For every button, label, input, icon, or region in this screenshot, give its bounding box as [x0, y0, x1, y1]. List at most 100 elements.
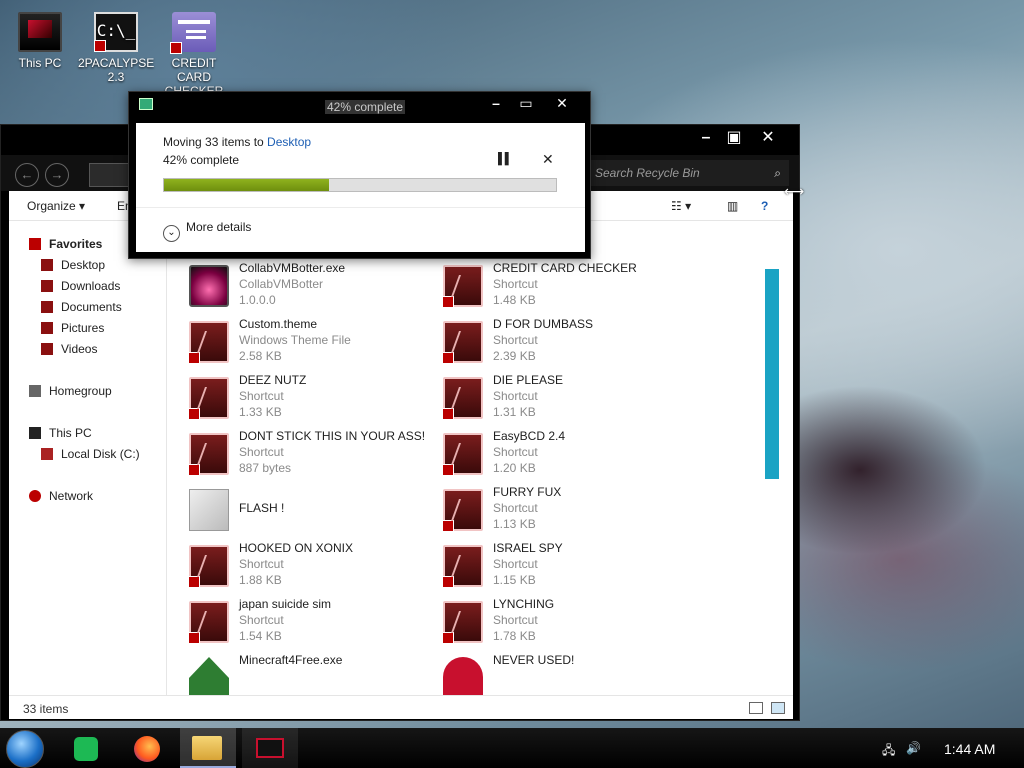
shortcut-icon	[188, 433, 229, 476]
forward-button[interactable]: →	[45, 163, 69, 187]
app-icon	[189, 265, 229, 307]
folder-icon	[192, 736, 222, 760]
file-name: DIE PLEASE	[493, 373, 564, 387]
file-item[interactable]: Custom.theme Windows Theme File 2.58 KB	[169, 317, 419, 373]
search-input[interactable]: Search Recycle Bin ⌕	[589, 160, 789, 186]
card-app-icon	[170, 12, 216, 54]
close-button[interactable]: ✕	[751, 127, 785, 149]
nav-local-disk[interactable]: Local Disk (C:)	[41, 445, 140, 463]
nav-this-pc[interactable]: This PC	[29, 424, 92, 442]
file-name: Minecraft4Free.exe	[239, 653, 343, 667]
taskbar-app-spotify[interactable]	[58, 728, 112, 768]
details-view-icon[interactable]	[749, 702, 763, 714]
file-size: 1.0.0.0	[239, 293, 276, 307]
file-item[interactable]: Minecraft4Free.exe	[169, 653, 419, 695]
address-bar[interactable]	[89, 163, 129, 187]
nav-network[interactable]: Network	[29, 487, 93, 505]
file-name: DEEZ NUTZ	[239, 373, 307, 387]
preview-pane-icon[interactable]: ▥	[727, 199, 738, 213]
maximize-button[interactable]: ▣	[717, 127, 751, 149]
file-item[interactable]: DONT STICK THIS IN YOUR ASS! Shortcut 887 …	[169, 429, 425, 485]
file-name: ISRAEL SPY	[493, 541, 563, 555]
shortcut-arrow-icon	[188, 408, 200, 420]
documents-icon	[41, 301, 53, 313]
pause-button[interactable]: ▌▌	[498, 153, 513, 165]
computer-icon	[18, 12, 62, 52]
desktop-icon-label: 2PACALYPSE 2.3	[78, 56, 155, 84]
file-size: 1.13 KB	[493, 517, 536, 531]
nav-downloads[interactable]: Downloads	[41, 277, 120, 295]
nav-desktop[interactable]: Desktop	[41, 256, 105, 274]
network-status-icon[interactable]: 🖧	[882, 741, 896, 757]
file-item[interactable]: LYNCHING Shortcut 1.78 KB	[423, 597, 673, 653]
navigation-pane: Favorites Desktop Downloads Documents Pi…	[9, 221, 167, 695]
shortcut-icon	[442, 545, 483, 588]
dialog-titlebar[interactable]: 42% complete – ▭ ✕	[129, 92, 590, 120]
organize-button[interactable]: Organize ▾	[27, 199, 85, 213]
file-item[interactable]: D FOR DUMBASS Shortcut 2.39 KB	[423, 317, 673, 373]
file-type: Shortcut	[239, 445, 284, 459]
taskbar-app-explorer[interactable]	[180, 728, 236, 768]
file-name: DONT STICK THIS IN YOUR ASS!	[239, 429, 426, 443]
file-type: Shortcut	[239, 389, 284, 403]
taskbar-app-firefox[interactable]	[120, 728, 174, 768]
downloads-icon	[41, 280, 53, 292]
file-item[interactable]: CollabVMBotter.exe CollabVMBotter 1.0.0.0	[169, 261, 419, 317]
console-icon: C:\_	[94, 12, 138, 52]
more-details-button[interactable]: ⌄ More details	[163, 220, 251, 242]
start-button[interactable]	[6, 730, 44, 768]
file-size: 1.20 KB	[493, 461, 536, 475]
file-name: D FOR DUMBASS	[493, 317, 594, 331]
file-item[interactable]: DEEZ NUTZ Shortcut 1.33 KB	[169, 373, 419, 429]
file-type: Shortcut	[493, 613, 538, 627]
volume-icon[interactable]: 🔊	[906, 741, 921, 755]
file-type: Shortcut	[239, 613, 284, 627]
nav-videos[interactable]: Videos	[41, 340, 97, 358]
nav-favorites[interactable]: Favorites	[29, 235, 102, 253]
file-name: CREDIT CARD CHECKER	[493, 261, 637, 275]
dialog-minimize-button[interactable]: –	[481, 92, 511, 114]
back-button[interactable]: ←	[15, 163, 39, 187]
file-item[interactable]: HOOKED ON XONIX Shortcut 1.88 KB	[169, 541, 419, 597]
file-size: 1.31 KB	[493, 405, 536, 419]
nav-pictures[interactable]: Pictures	[41, 319, 104, 337]
progress-bar	[163, 178, 557, 192]
file-item[interactable]: CREDIT CARD CHECKER Shortcut 1.48 KB	[423, 261, 673, 317]
desktop-icon-this-pc[interactable]: This PC	[2, 12, 78, 70]
cancel-button[interactable]: ✕	[542, 151, 554, 168]
file-item[interactable]: ISRAEL SPY Shortcut 1.15 KB	[423, 541, 673, 597]
shortcut-icon	[442, 433, 483, 476]
help-icon[interactable]: ?	[761, 199, 768, 213]
file-item[interactable]: FURRY FUX Shortcut 1.13 KB	[423, 485, 673, 541]
destination-link[interactable]: Desktop	[267, 135, 311, 149]
file-name: FLASH !	[239, 501, 285, 515]
file-operation-dialog[interactable]: 42% complete – ▭ ✕ Moving 33 items to De…	[128, 91, 591, 259]
file-item[interactable]: FLASH !	[169, 485, 419, 541]
shortcut-arrow-icon	[442, 576, 454, 588]
nav-homegroup[interactable]: Homegroup	[29, 382, 112, 400]
file-size: 1.78 KB	[493, 629, 536, 643]
explorer-body: Favorites Desktop Downloads Documents Pi…	[9, 221, 793, 695]
file-item[interactable]: NEVER USED!	[423, 653, 673, 695]
pictures-icon	[41, 322, 53, 334]
view-options-icon[interactable]: ☷ ▾	[671, 199, 691, 213]
shortcut-arrow-icon	[442, 520, 454, 532]
file-size: 2.58 KB	[239, 349, 282, 363]
taskbar-app-pinned[interactable]	[242, 728, 298, 768]
shortcut-arrow-icon	[188, 632, 200, 644]
shortcut-arrow-icon	[188, 352, 200, 364]
file-item[interactable]: EasyBCD 2.4 Shortcut 1.20 KB	[423, 429, 673, 485]
vertical-scrollbar[interactable]	[765, 269, 779, 479]
file-size: 1.54 KB	[239, 629, 282, 643]
desktop-icon-2pacalypse[interactable]: C:\_ 2PACALYPSE 2.3	[78, 12, 154, 84]
large-icons-view-icon[interactable]	[771, 702, 785, 714]
file-item[interactable]: DIE PLEASE Shortcut 1.31 KB	[423, 373, 673, 429]
nav-documents[interactable]: Documents	[41, 298, 122, 316]
desktop-icon-credit-card-checker[interactable]: CREDIT CARD CHECKER	[156, 12, 232, 98]
dialog-maximize-button[interactable]: ▭	[511, 92, 541, 114]
divider	[136, 207, 585, 208]
system-clock[interactable]: 1:44 AM	[944, 741, 995, 757]
file-item[interactable]: japan suicide sim Shortcut 1.54 KB	[169, 597, 419, 653]
file-name: CollabVMBotter.exe	[239, 261, 346, 275]
dialog-close-button[interactable]: ✕	[547, 92, 577, 114]
